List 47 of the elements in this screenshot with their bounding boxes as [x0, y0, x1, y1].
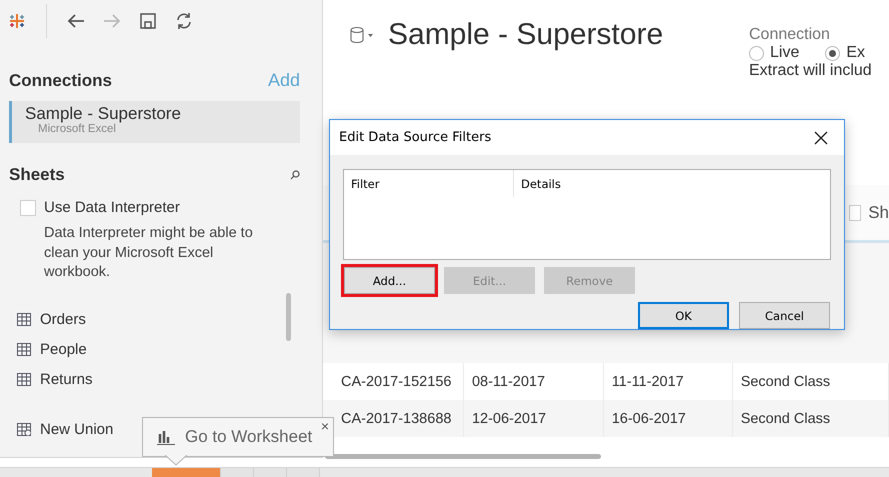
database-icon[interactable]	[350, 26, 374, 44]
checkbox-label: Use Data Interpreter	[44, 199, 180, 216]
sheet-item[interactable]: People	[40, 341, 87, 358]
dialog-button[interactable]: Cancel	[739, 302, 830, 329]
table-icon	[17, 313, 31, 326]
table-icon	[17, 343, 31, 356]
sheet-item[interactable]: New Union	[40, 421, 114, 438]
checkbox[interactable]	[20, 200, 36, 216]
sheet-tab[interactable]	[287, 468, 320, 477]
dialog-title: Edit Data Source Filters	[339, 130, 492, 146]
scrollbar-thumb[interactable]	[286, 292, 291, 340]
connection-name: Sample - Superstore	[25, 105, 182, 123]
sheet-tab[interactable]	[254, 468, 287, 477]
horizontal-scrollbar[interactable]	[325, 454, 601, 460]
table-cell: 16-06-2017	[604, 400, 733, 437]
sheet-item[interactable]: Orders	[40, 311, 86, 328]
column-header: Details	[520, 176, 562, 193]
union-icon	[17, 423, 31, 436]
sheets-heading: Sheets	[9, 165, 65, 185]
dialog-button[interactable]: OK	[638, 302, 729, 329]
data-source-title: Sample - Superstore	[388, 18, 664, 53]
radio-button[interactable]	[749, 46, 764, 60]
tooltip-text[interactable]: Go to Worksheet	[185, 427, 312, 447]
radio-label: Ex	[846, 44, 866, 62]
dialog-button[interactable]: Add...	[344, 267, 435, 294]
radio-label: Live	[770, 44, 800, 62]
table-icon	[17, 373, 31, 386]
checkbox-label: Sh	[868, 202, 889, 222]
sheet-tab[interactable]	[152, 468, 221, 477]
table-cell: 12-06-2017	[464, 400, 604, 437]
connections-heading: Connections	[9, 70, 112, 90]
checkbox[interactable]	[849, 204, 862, 220]
search-icon[interactable]	[290, 170, 300, 180]
extract-note: Extract will includ	[749, 62, 873, 80]
connection-item[interactable]: Sample - Superstore Microsoft Excel	[9, 101, 300, 143]
connection-label: Connection	[749, 26, 831, 44]
close-button[interactable]: ×	[318, 419, 332, 433]
interpreter-description: Data Interpreter might be able to clean your Microsoft Excel workbook.	[44, 224, 254, 282]
sheet-item[interactable]: Returns	[40, 371, 93, 388]
close-icon	[814, 130, 828, 145]
table-cell: Second Class	[732, 400, 889, 437]
radio-button[interactable]	[825, 46, 840, 60]
bar-chart-icon	[157, 429, 175, 445]
column-header: Filter	[344, 170, 514, 198]
connection-type: Microsoft Excel	[37, 123, 117, 135]
logo-icon	[8, 12, 26, 30]
sheet-tab[interactable]	[221, 468, 254, 477]
